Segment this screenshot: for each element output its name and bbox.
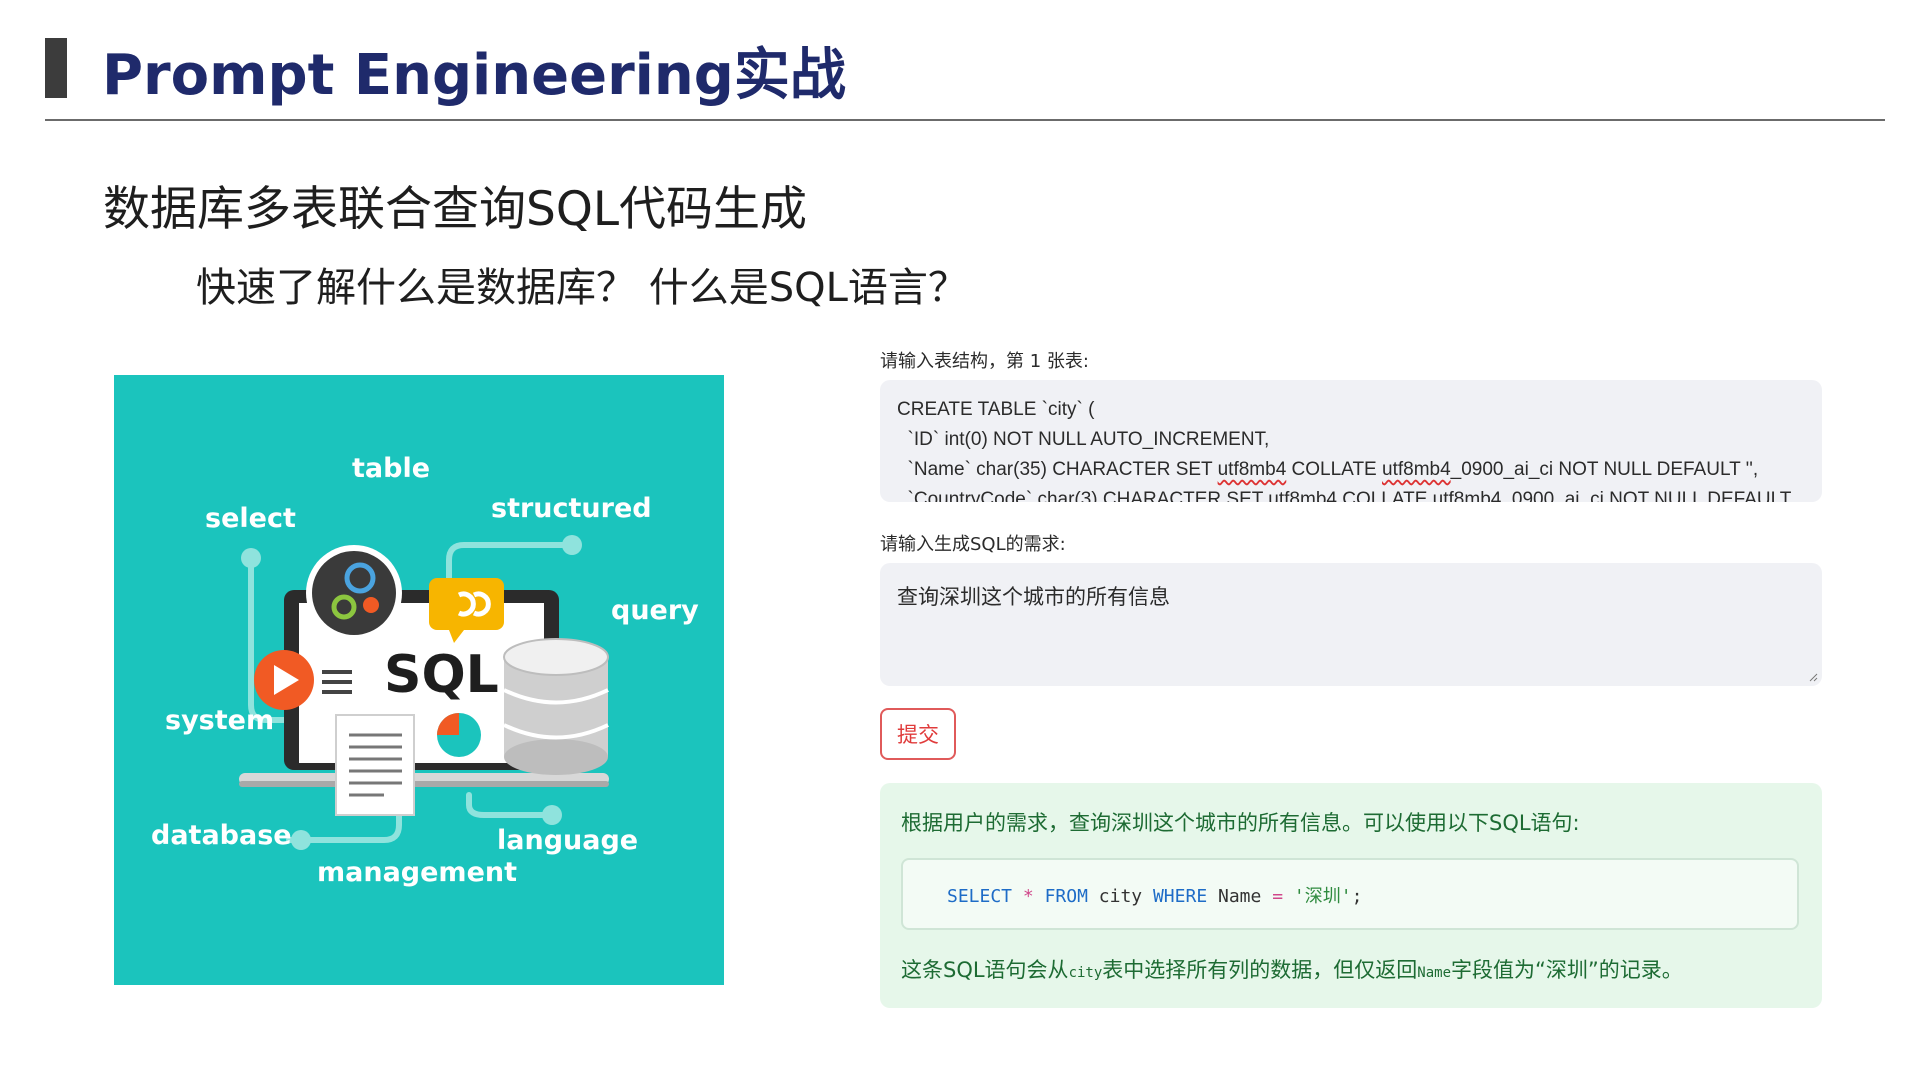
result-intro: 根据用户的需求，查询深圳这个城市的所有信息。可以使用以下SQL语句: [901, 811, 1580, 835]
code-line: `CountryCode` char(3) CHARACTER SET utf8… [897, 489, 1792, 502]
title-accent-bar [45, 38, 67, 98]
slide-title: Prompt Engineering实战 [102, 43, 846, 108]
sql-illustration: SQL table select structured query system… [114, 375, 724, 985]
requirement-input[interactable]: 查询深圳这个城市的所有信息 [880, 563, 1822, 686]
spellcheck-word: utf8mb4 [1382, 459, 1451, 480]
keyword-database: database [151, 820, 292, 851]
sql-code-line: SELECT * FROM city WHERE Name = '深圳'; [947, 882, 1362, 908]
code-fragment: `Name` char(35) CHARACTER SET [897, 459, 1218, 480]
title-divider [45, 119, 1885, 121]
keyword-management: management [317, 857, 518, 888]
outro-text: 这条SQL语句会从 [901, 958, 1069, 982]
requirement-value: 查询深圳这个城市的所有信息 [897, 585, 1170, 609]
result-outro: 这条SQL语句会从city表中选择所有列的数据，但仅返回Name字段值为“深圳”… [901, 954, 1683, 984]
code-fragment: _0900_ai_ci NOT NULL DEFAULT '', [1450, 459, 1759, 480]
table-structure-input[interactable]: CREATE TABLE `city` ( `ID` int(0) NOT NU… [880, 380, 1822, 502]
keyword-table: table [352, 453, 431, 484]
keyword-language: language [497, 825, 639, 856]
requirement-label: 请输入生成SQL的需求: [880, 534, 1066, 555]
code-line: `ID` int(0) NOT NULL AUTO_INCREMENT, [897, 429, 1270, 450]
inline-code: Name [1417, 965, 1451, 981]
sql-identifier: city [1098, 886, 1143, 907]
sql-keyword: SELECT [947, 886, 1013, 907]
keyword-select: select [205, 503, 296, 534]
section-heading: 数据库多表联合查询SQL代码生成 [103, 182, 808, 237]
sql-terminator: ; [1351, 886, 1363, 907]
keyword-structured: structured [491, 493, 652, 524]
spellcheck-word: utf8mb4 [1217, 459, 1287, 480]
sql-operator: * [1022, 886, 1034, 907]
keyword-system: system [165, 705, 275, 736]
sql-string: '深圳' [1293, 886, 1352, 907]
outro-text: 字段值为“深圳”的记录。 [1451, 958, 1683, 982]
outro-text: 表中选择所有列的数据，但仅返回 [1102, 958, 1418, 982]
submit-button[interactable]: 提交 [880, 708, 956, 760]
sql-keyword: WHERE [1152, 886, 1208, 907]
code-fragment: COLLATE [1286, 459, 1382, 480]
sub-heading: 快速了解什么是数据库？ 什么是SQL语言？ [196, 265, 968, 311]
resize-grip-icon[interactable] [1809, 673, 1818, 682]
sql-keyword: FROM [1044, 886, 1088, 907]
sql-identifier: Name [1218, 886, 1262, 907]
sql-code-block: SELECT * FROM city WHERE Name = '深圳'; [901, 858, 1799, 930]
table-structure-label: 请输入表结构，第 1 张表: [880, 351, 1089, 372]
result-panel: 根据用户的需求，查询深圳这个城市的所有信息。可以使用以下SQL语句: SELEC… [880, 783, 1822, 1008]
illustration-sql-label: SQL [384, 645, 499, 705]
code-line: CREATE TABLE `city` ( [897, 399, 1095, 420]
keyword-query: query [611, 595, 699, 626]
code-line: `Name` char(35) CHARACTER SET utf8mb4 CO… [897, 459, 1759, 481]
inline-code: city [1068, 965, 1103, 981]
sql-operator: = [1272, 886, 1284, 907]
